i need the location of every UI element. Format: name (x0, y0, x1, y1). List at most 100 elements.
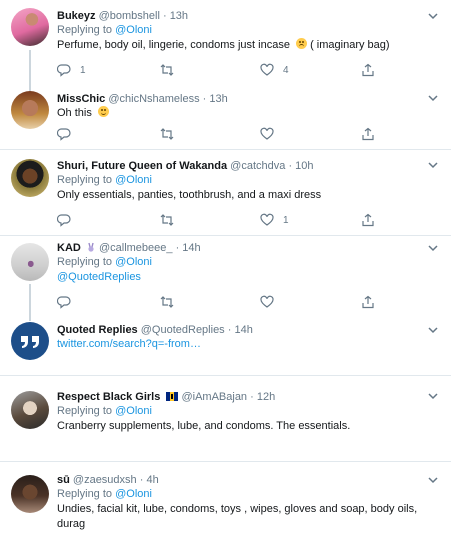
user-handle[interactable]: @bombshell (99, 10, 160, 22)
replying-to-label: Replying to (57, 488, 113, 500)
replying-to-link[interactable]: @Oloni (115, 256, 152, 268)
avatar[interactable] (11, 243, 49, 281)
avatar[interactable] (11, 391, 49, 429)
replying-to-label: Replying to (57, 24, 113, 36)
share-icon (362, 213, 374, 227)
heart-icon (260, 63, 274, 76)
chevron-down-icon[interactable] (427, 474, 439, 486)
share-button[interactable] (361, 294, 375, 310)
heart-icon (260, 127, 274, 140)
tweet-su[interactable]: sū @zaesudxsh · 4h Replying to @Oloni Un… (0, 462, 451, 537)
user-handle[interactable]: @zaesudxsh (73, 474, 137, 486)
timestamp[interactable]: · 4h (140, 474, 159, 486)
chevron-down-icon[interactable] (427, 324, 439, 336)
share-icon (362, 127, 374, 141)
reply-icon (57, 64, 71, 77)
timestamp[interactable]: · 14h (176, 242, 201, 254)
tweet-text: Only essentials, panties, toothbrush, an… (57, 189, 322, 201)
search-link[interactable]: twitter.com/search?q=-from… (57, 338, 201, 350)
reply-button[interactable] (57, 294, 71, 310)
smiling-face-icon (97, 106, 109, 117)
rabbit-emoji-icon (88, 242, 94, 252)
tweet-misschic[interactable]: MissChic @chicNshameless · 13h Oh this (0, 86, 451, 150)
share-icon (362, 295, 374, 309)
display-name[interactable]: sū (57, 474, 70, 486)
tweet-shuri[interactable]: Shuri, Future Queen of Wakanda @catchdva… (0, 150, 451, 236)
avatar[interactable] (11, 322, 49, 360)
display-name[interactable]: MissChic (57, 93, 105, 105)
user-handle[interactable]: @callmebeee_ (99, 242, 173, 254)
tweet-text: Perfume, body oil, lingerie, condoms jus… (57, 39, 290, 51)
display-name[interactable]: Bukeyz (57, 10, 96, 22)
timestamp[interactable]: · 12h (250, 391, 275, 403)
share-icon (362, 63, 374, 77)
chevron-down-icon[interactable] (427, 92, 439, 104)
tweet-respect-black-girls[interactable]: Respect Black Girls @iAmABajan · 12h Rep… (0, 376, 451, 462)
user-handle[interactable]: @catchdva (230, 160, 285, 172)
like-button[interactable]: 1 (260, 212, 289, 228)
retweet-icon (160, 128, 174, 140)
tweet-text: Cranberry supplements, lube, and condoms… (57, 420, 351, 432)
quote-marks-icon (21, 336, 39, 348)
display-name[interactable]: Respect Black Girls (57, 391, 160, 403)
display-name[interactable]: Shuri, Future Queen of Wakanda (57, 160, 227, 172)
thread-line (29, 318, 31, 321)
reply-icon (57, 296, 71, 309)
share-button[interactable] (361, 212, 375, 228)
reply-button[interactable] (57, 126, 71, 142)
chevron-down-icon[interactable] (427, 10, 439, 22)
avatar[interactable] (11, 8, 49, 46)
share-button[interactable] (361, 62, 375, 78)
tweet-quoted-replies[interactable]: Quoted Replies @QuotedReplies · 14h twit… (0, 318, 451, 376)
display-name[interactable]: Quoted Replies (57, 324, 138, 336)
heart-icon (260, 295, 274, 308)
tweet-text-suffix: ( imaginary bag) (307, 39, 390, 51)
timestamp[interactable]: · 14h (228, 324, 253, 336)
replies-feed: Bukeyz @bombshell · 13h Replying to @Olo… (0, 0, 451, 537)
replying-to-link[interactable]: @Oloni (115, 488, 152, 500)
tweet-text: Oh this (57, 107, 92, 119)
reply-count: 1 (80, 64, 86, 76)
retweet-button[interactable] (160, 212, 174, 228)
replying-to-label: Replying to (57, 174, 113, 186)
user-handle[interactable]: @chicNshameless (108, 93, 199, 105)
tweet-kad[interactable]: KAD @callmebeee_ · 14h Replying to @Olon… (0, 236, 451, 318)
timestamp[interactable]: · 13h (163, 10, 188, 22)
tweet-bukeyz[interactable]: Bukeyz @bombshell · 13h Replying to @Olo… (0, 0, 451, 88)
user-handle[interactable]: @iAmABajan (181, 391, 247, 403)
display-name[interactable]: KAD (57, 242, 81, 254)
like-button[interactable] (260, 294, 274, 310)
tweet-text-continued: durag (57, 518, 86, 530)
avatar[interactable] (11, 91, 49, 129)
heart-icon (260, 213, 274, 226)
share-button[interactable] (361, 126, 375, 142)
replying-to-link[interactable]: @Oloni (115, 24, 152, 36)
retweet-button[interactable] (160, 126, 174, 142)
replying-to-label: Replying to (57, 256, 113, 268)
mention-link[interactable]: @QuotedReplies (57, 271, 141, 283)
chevron-down-icon[interactable] (427, 242, 439, 254)
reply-icon (57, 214, 71, 227)
reply-button[interactable]: 1 (57, 62, 86, 78)
retweet-icon (160, 296, 174, 308)
avatar[interactable] (11, 475, 49, 513)
retweet-button[interactable] (160, 62, 174, 78)
like-button[interactable]: 4 (260, 62, 289, 78)
user-handle[interactable]: @QuotedReplies (141, 324, 225, 336)
reply-button[interactable] (57, 212, 71, 228)
replying-to-link[interactable]: @Oloni (115, 174, 152, 186)
retweet-icon (160, 64, 174, 76)
replying-to-link[interactable]: @Oloni (115, 405, 152, 417)
timestamp[interactable]: · 10h (288, 160, 313, 172)
like-count: 1 (283, 214, 289, 226)
chevron-down-icon[interactable] (427, 390, 439, 402)
chevron-down-icon[interactable] (427, 159, 439, 171)
barbados-flag-icon (166, 392, 179, 401)
thread-line (29, 284, 31, 318)
retweet-button[interactable] (160, 294, 174, 310)
thread-line (29, 50, 31, 88)
like-button[interactable] (260, 126, 274, 142)
avatar[interactable] (11, 159, 49, 197)
timestamp[interactable]: · 13h (203, 93, 228, 105)
like-count: 4 (283, 64, 289, 76)
